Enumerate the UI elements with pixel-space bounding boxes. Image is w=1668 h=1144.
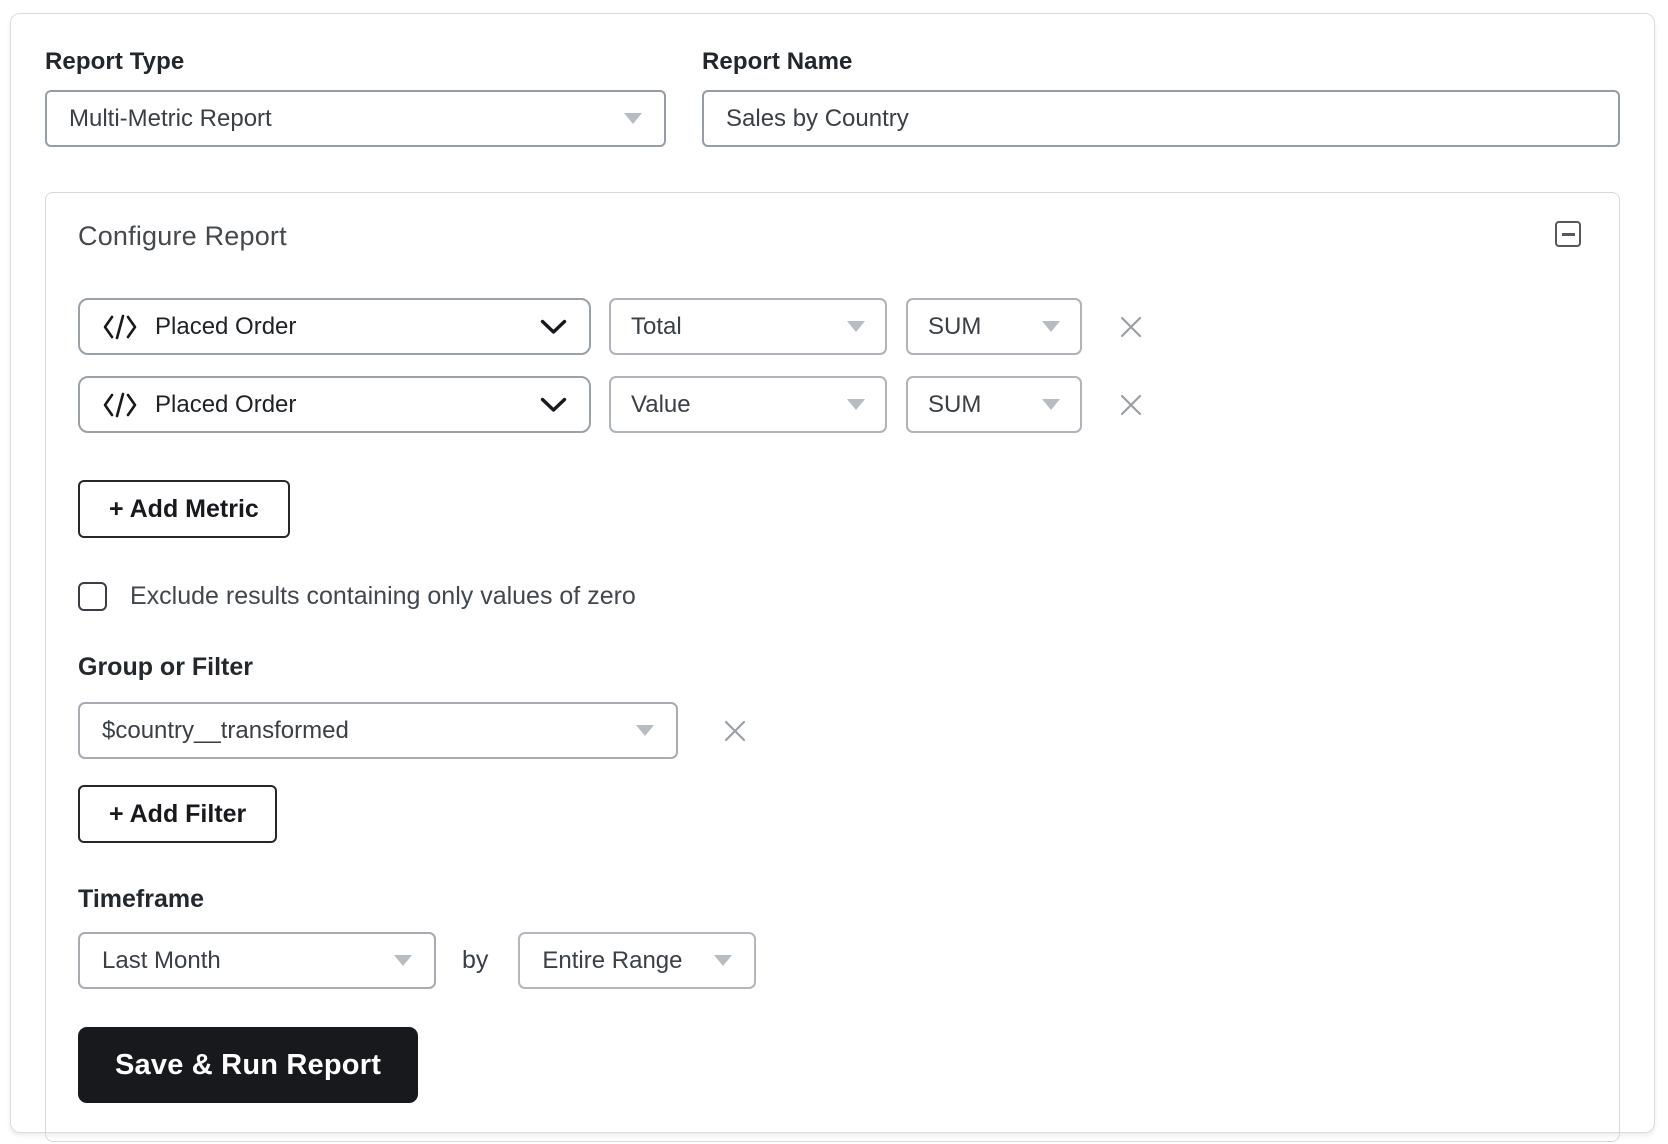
collapse-section-button[interactable]: [1555, 221, 1581, 247]
metric-select[interactable]: Placed Order: [78, 376, 591, 433]
timeframe-interval-select[interactable]: Entire Range: [518, 932, 756, 989]
metric-field-select[interactable]: Value: [609, 376, 887, 433]
metric-aggregate-select[interactable]: SUM: [906, 298, 1082, 355]
report-builder-card: Report Type Multi-Metric Report Report N…: [10, 13, 1655, 1133]
timeframe-label: Timeframe: [78, 885, 1589, 914]
save-run-report-button[interactable]: Save & Run Report: [78, 1027, 418, 1103]
code-icon: [102, 392, 138, 418]
group-filter-row: $country__transformed: [78, 702, 1589, 759]
chevron-down-icon: [540, 319, 567, 335]
caret-down-icon: [847, 399, 865, 410]
metric-field-value: Total: [631, 313, 682, 341]
timeframe-row: Last Month by Entire Range: [78, 932, 1589, 989]
timeframe-range-select[interactable]: Last Month: [78, 932, 436, 989]
timeframe-by-label: by: [462, 946, 488, 975]
close-icon: [722, 718, 748, 744]
report-type-label: Report Type: [45, 49, 666, 75]
metric-field-select[interactable]: Total: [609, 298, 887, 355]
caret-down-icon: [394, 955, 412, 966]
code-icon: [102, 314, 138, 340]
caret-down-icon: [1042, 321, 1060, 332]
report-name-field: Report Name: [702, 49, 1620, 147]
add-filter-button[interactable]: + Add Filter: [78, 785, 277, 843]
close-icon: [1118, 392, 1144, 418]
add-metric-button[interactable]: + Add Metric: [78, 480, 290, 538]
minus-icon: [1562, 233, 1575, 236]
exclude-zero-checkbox[interactable]: [78, 582, 107, 611]
report-type-select[interactable]: Multi-Metric Report: [45, 90, 666, 147]
timeframe-range-value: Last Month: [102, 947, 221, 975]
caret-down-icon: [847, 321, 865, 332]
caret-down-icon: [714, 955, 732, 966]
group-by-value: $country__transformed: [102, 717, 349, 745]
configure-report-section: Configure Report Placed Order: [45, 192, 1620, 1142]
caret-down-icon: [1042, 399, 1060, 410]
metric-select[interactable]: Placed Order: [78, 298, 591, 355]
metric-select-value: Placed Order: [155, 391, 296, 419]
report-name-input[interactable]: [702, 90, 1620, 147]
metric-aggregate-value: SUM: [928, 313, 981, 341]
metric-aggregate-value: SUM: [928, 391, 981, 419]
report-header-row: Report Type Multi-Metric Report Report N…: [45, 49, 1620, 147]
metric-aggregate-select[interactable]: SUM: [906, 376, 1082, 433]
metric-field-value: Value: [631, 391, 691, 419]
exclude-zero-label: Exclude results containing only values o…: [130, 582, 636, 611]
close-icon: [1118, 314, 1144, 340]
remove-group-button[interactable]: [718, 714, 752, 748]
configure-report-title: Configure Report: [78, 221, 287, 252]
remove-metric-button[interactable]: [1114, 310, 1148, 344]
remove-metric-button[interactable]: [1114, 388, 1148, 422]
timeframe-interval-value: Entire Range: [542, 947, 682, 975]
report-type-value: Multi-Metric Report: [69, 105, 272, 133]
chevron-down-icon: [540, 397, 567, 413]
caret-down-icon: [636, 725, 654, 736]
caret-down-icon: [624, 113, 642, 124]
metric-row: Placed Order Value SUM: [78, 376, 1589, 433]
configure-report-header: Configure Report: [78, 221, 1589, 252]
group-by-select[interactable]: $country__transformed: [78, 702, 678, 759]
group-or-filter-label: Group or Filter: [78, 653, 1589, 682]
report-type-field: Report Type Multi-Metric Report: [45, 49, 666, 147]
report-name-label: Report Name: [702, 49, 1620, 75]
metric-select-value: Placed Order: [155, 313, 296, 341]
metric-row: Placed Order Total SUM: [78, 298, 1589, 355]
metric-rows: Placed Order Total SUM: [78, 298, 1589, 433]
exclude-zero-row: Exclude results containing only values o…: [78, 582, 1589, 611]
